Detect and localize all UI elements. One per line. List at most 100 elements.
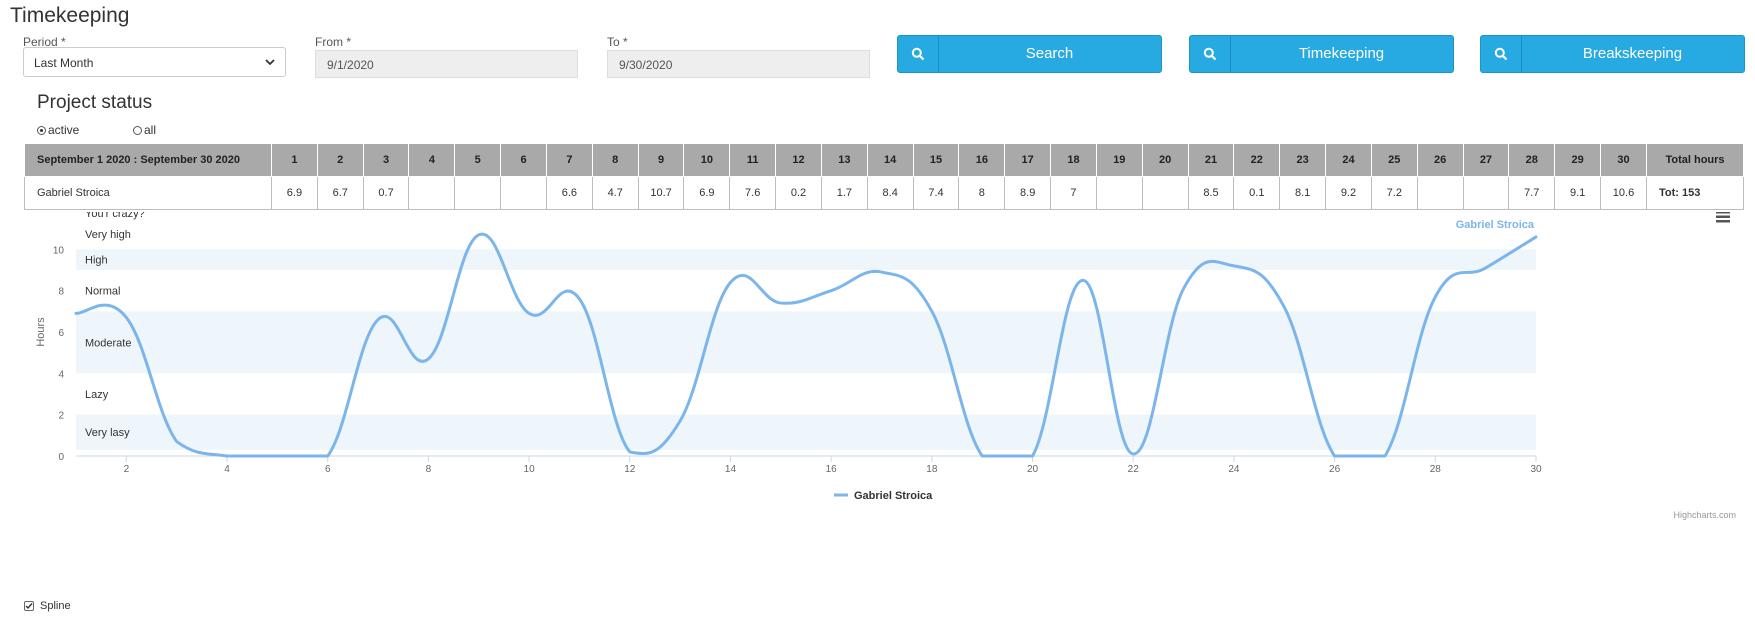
table-cell-hours: 7.6 <box>729 176 777 210</box>
chart-band-label: Very lasy <box>85 427 130 439</box>
search-button[interactable]: Search <box>897 35 1162 73</box>
table-header-day: 9 <box>637 143 685 177</box>
x-tick-label: 28 <box>1430 464 1442 475</box>
chart-band-label: Very high <box>85 229 131 241</box>
table-cell-hours <box>1462 176 1510 210</box>
chart-band <box>76 311 1536 374</box>
table-header-day: 22 <box>1233 143 1281 177</box>
table-header-day: 29 <box>1554 143 1602 177</box>
table-cell-hours: 7.7 <box>1508 176 1556 210</box>
x-tick-label: 12 <box>624 464 636 475</box>
table-header-total: Total hours <box>1646 143 1744 177</box>
x-tick-label: 22 <box>1128 464 1140 475</box>
x-tick-label: 6 <box>325 464 331 475</box>
x-tick-label: 2 <box>124 464 130 475</box>
table-cell-hours: 0.1 <box>1233 176 1281 210</box>
table-cell-hours: 9.1 <box>1554 176 1602 210</box>
period-select[interactable]: Last Month <box>23 47 286 77</box>
table-cell-hours: 8.1 <box>1279 176 1327 210</box>
x-tick-label: 24 <box>1228 464 1240 475</box>
to-date-input[interactable]: 9/30/2020 <box>607 50 870 78</box>
table-header-day: 2 <box>316 143 364 177</box>
chart-band-label: Moderate <box>85 337 131 349</box>
radio-active-label: active <box>48 123 80 137</box>
table-cell-hours <box>1141 176 1189 210</box>
y-tick-label: 10 <box>53 245 65 256</box>
x-tick-label: 18 <box>926 464 938 475</box>
from-label: From * <box>315 35 351 49</box>
chart-credits: Highcharts.com <box>1673 510 1736 520</box>
radio-all[interactable]: all <box>133 123 156 137</box>
table-header-day: 24 <box>1325 143 1372 177</box>
y-tick-label: 0 <box>58 452 64 463</box>
table-cell-hours: 10.6 <box>1600 176 1647 210</box>
x-tick-label: 16 <box>826 464 838 475</box>
to-label: To * <box>607 35 628 49</box>
y-axis-title: Hours <box>35 317 47 347</box>
radio-active-dot[interactable] <box>37 125 46 135</box>
hamburger-menu-icon[interactable] <box>1716 212 1730 223</box>
spline-option[interactable]: Spline <box>24 600 71 612</box>
table-cell-hours: 6.6 <box>545 176 593 210</box>
from-date-input[interactable]: 9/1/2020 <box>315 50 578 78</box>
y-tick-label: 2 <box>58 411 64 422</box>
y-tick-label: 12 <box>53 212 65 215</box>
search-icon <box>898 36 939 72</box>
legend-item-label: Gabriel Stroica <box>854 490 933 502</box>
radio-all-dot[interactable] <box>133 125 142 135</box>
table-cell-hours <box>454 176 502 210</box>
y-tick-label: 4 <box>58 369 64 380</box>
table-header-day: 3 <box>362 143 410 177</box>
table-cell-hours <box>1095 176 1143 210</box>
timekeeping-button-label: Timekeeping <box>1298 45 1385 62</box>
table-cell-name: Gabriel Stroica <box>24 176 272 210</box>
table-cell-hours: 1.7 <box>820 176 868 210</box>
table-header-row: September 1 2020 : September 30 2020 1 2 3 4… <box>24 143 1744 177</box>
table-row: Gabriel Stroica 6.9 6.7 0.7 6.6 4.7 10.7 6.9 7.6… <box>24 176 1744 210</box>
table-cell-hours: 9.2 <box>1325 176 1372 210</box>
x-tick-label: 20 <box>1027 464 1039 475</box>
search-icon <box>1190 36 1231 72</box>
table-cell-hours <box>500 176 547 210</box>
x-tick-label: 26 <box>1329 464 1341 475</box>
table-cell-hours: 8.5 <box>1187 176 1235 210</box>
spline-label: Spline <box>40 600 71 612</box>
timekeeping-button[interactable]: Timekeeping <box>1189 35 1454 73</box>
table-cell-total: Tot: 153 <box>1646 176 1744 210</box>
table-cell-hours: 7.4 <box>912 176 960 210</box>
table-header-day: 7 <box>545 143 593 177</box>
table-cell-hours: 8.9 <box>1004 176 1052 210</box>
chart-band <box>76 249 1536 270</box>
period-select-value: Last Month <box>34 56 94 70</box>
chart-band-label: Lazy <box>85 389 109 401</box>
table-cell-hours: 8.4 <box>866 176 914 210</box>
table-header-period: September 1 2020 : September 30 2020 <box>24 143 272 177</box>
breakskeeping-button[interactable]: Breakskeeping <box>1480 35 1745 73</box>
table-header-day: 14 <box>866 143 914 177</box>
table-header-day: 17 <box>1004 143 1052 177</box>
timekeeping-table: September 1 2020 : September 30 2020 1 2 3 4… <box>24 143 1744 210</box>
y-tick-label: 8 <box>58 287 64 298</box>
radio-all-label: all <box>144 123 157 137</box>
table-cell-hours: 8 <box>958 176 1006 210</box>
table-header-day: 18 <box>1050 143 1097 177</box>
breakskeeping-button-label: Breakskeeping <box>1582 45 1683 62</box>
spline-checkbox[interactable] <box>24 601 34 611</box>
table-header-day: 11 <box>729 143 777 177</box>
radio-active[interactable]: active <box>37 123 79 137</box>
table-header-day: 16 <box>958 143 1006 177</box>
table-header-day: 26 <box>1416 143 1464 177</box>
search-button-label: Search <box>1025 45 1074 62</box>
table-header-day: 1 <box>271 143 318 177</box>
table-header-day: 10 <box>683 143 731 177</box>
table-cell-hours: 7 <box>1050 176 1097 210</box>
table-header-day: 27 <box>1462 143 1510 177</box>
chart-band-label: High <box>85 255 108 267</box>
table-header-day: 23 <box>1279 143 1327 177</box>
search-icon <box>1481 36 1522 72</box>
table-header-day: 12 <box>775 143 822 177</box>
table-cell-hours: 6.9 <box>271 176 318 210</box>
chart-band <box>76 414 1536 450</box>
hours-chart: You'r crazy? Very high High Normal Moderate L… <box>35 212 1736 520</box>
table-header-day: 21 <box>1187 143 1235 177</box>
